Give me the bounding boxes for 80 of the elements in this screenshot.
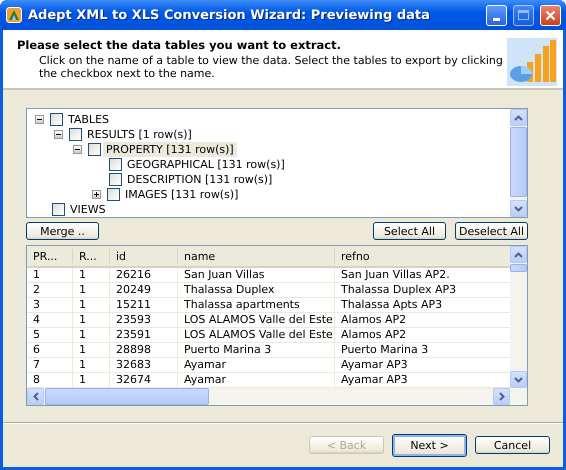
tree-item[interactable]: IMAGES [131 row(s)] xyxy=(122,187,242,202)
deselect-all-button[interactable]: Deselect All xyxy=(455,222,528,240)
tree-item[interactable]: DESCRIPTION [131 row(s)] xyxy=(124,172,276,187)
expand-icon[interactable] xyxy=(92,190,101,199)
table-cell: 8 xyxy=(27,373,73,387)
table-cell: 1 xyxy=(73,358,110,372)
horizontal-scrollbar[interactable] xyxy=(27,388,510,405)
column-header[interactable]: R... xyxy=(73,249,110,263)
vertical-scrollbar[interactable] xyxy=(510,246,527,405)
wizard-button[interactable]: Next > xyxy=(392,434,467,456)
tree-item[interactable]: GEOGRAPHICAL [131 row(s)] xyxy=(124,157,288,172)
table-cell: 1 xyxy=(27,268,73,282)
bar-chart-logo-icon xyxy=(507,38,557,86)
table-cell: 1 xyxy=(73,298,110,312)
table-cell: 6 xyxy=(27,343,73,357)
table-cell: 2 xyxy=(27,283,73,297)
column-header[interactable]: PR... xyxy=(27,249,73,263)
minimize-button[interactable] xyxy=(486,4,507,26)
scrollbar-thumb[interactable] xyxy=(510,264,527,272)
scroll-down-icon[interactable] xyxy=(510,200,527,217)
tree-item[interactable]: TABLES xyxy=(65,112,112,127)
table-cell: 28898 xyxy=(110,343,178,357)
scroll-up-icon[interactable] xyxy=(510,246,527,263)
close-icon xyxy=(545,10,556,20)
maximize-button[interactable] xyxy=(513,4,534,26)
table-cell: San Juan Villas xyxy=(178,268,335,282)
select-all-button[interactable]: Select All xyxy=(373,222,446,240)
scroll-down-icon[interactable] xyxy=(510,371,527,388)
table-cell: 7 xyxy=(27,358,73,372)
column-header[interactable]: id xyxy=(110,249,178,263)
scroll-left-icon[interactable] xyxy=(27,388,44,405)
scroll-up-icon[interactable] xyxy=(510,109,527,126)
table-cell: Thalassa Duplex xyxy=(178,283,335,297)
table-cell: 23591 xyxy=(110,328,178,342)
collapse-icon[interactable] xyxy=(73,145,82,154)
close-button[interactable] xyxy=(540,4,561,26)
scrollbar-thumb[interactable] xyxy=(45,388,209,405)
table-cell: 32683 xyxy=(110,358,178,372)
tree-checkbox[interactable] xyxy=(69,128,82,141)
table-cell: 4 xyxy=(27,313,73,327)
table-cell: LOS ALAMOS Valle del Este xyxy=(178,313,335,327)
table-cell: 1 xyxy=(73,343,110,357)
scroll-right-icon[interactable] xyxy=(493,388,510,405)
table-cell: 3 xyxy=(27,298,73,312)
scrollbar-thumb[interactable] xyxy=(510,127,527,197)
table-cell: 1 xyxy=(73,373,110,387)
table-cell: 15211 xyxy=(110,298,178,312)
table-cell: Ayamar xyxy=(178,373,335,387)
tree-checkbox[interactable] xyxy=(88,143,101,156)
table-cell: 1 xyxy=(73,328,110,342)
tree-checkbox[interactable] xyxy=(52,203,65,216)
table-cell: 20249 xyxy=(110,283,178,297)
vertical-scrollbar[interactable] xyxy=(510,109,527,217)
table-cell: 23593 xyxy=(110,313,178,327)
tree-checkbox[interactable] xyxy=(109,173,122,186)
tree-checkbox[interactable] xyxy=(109,158,122,171)
table-cell: 32674 xyxy=(110,373,178,387)
tree-checkbox[interactable] xyxy=(50,113,63,126)
table-cell: LOS ALAMOS Valle del Este xyxy=(178,328,335,342)
table-cell: 5 xyxy=(27,328,73,342)
page-heading: Please select the data tables you want to extract. xyxy=(17,38,342,52)
app-logo-icon xyxy=(6,7,22,23)
page-description: Click on the name of a table to view the data. Select the tables to export by clicking the checkbox next to the name. xyxy=(38,54,504,80)
tree-item[interactable]: VIEWS xyxy=(67,202,109,217)
collapse-icon[interactable] xyxy=(35,115,44,124)
table-cell: 1 xyxy=(73,283,110,297)
table-cell: Thalassa apartments xyxy=(178,298,335,312)
table-cell: 1 xyxy=(73,313,110,327)
table-cell: Puerto Marina 3 xyxy=(178,343,335,357)
tree-item[interactable]: RESULTS [1 row(s)] xyxy=(84,127,195,142)
table-cell: 26216 xyxy=(110,268,178,282)
merge-button[interactable]: Merge .. xyxy=(26,222,99,240)
tree-item[interactable]: PROPERTY [131 row(s)] xyxy=(103,142,237,157)
column-header[interactable]: name xyxy=(178,249,335,263)
table-cell: 1 xyxy=(73,268,110,282)
table-cell: Ayamar xyxy=(178,358,335,372)
tree-checkbox[interactable] xyxy=(107,188,120,201)
window-title: Adept XML to XLS Conversion Wizard: Previewing data xyxy=(28,8,431,22)
wizard-button[interactable]: Cancel xyxy=(475,436,550,454)
collapse-icon[interactable] xyxy=(54,130,63,139)
